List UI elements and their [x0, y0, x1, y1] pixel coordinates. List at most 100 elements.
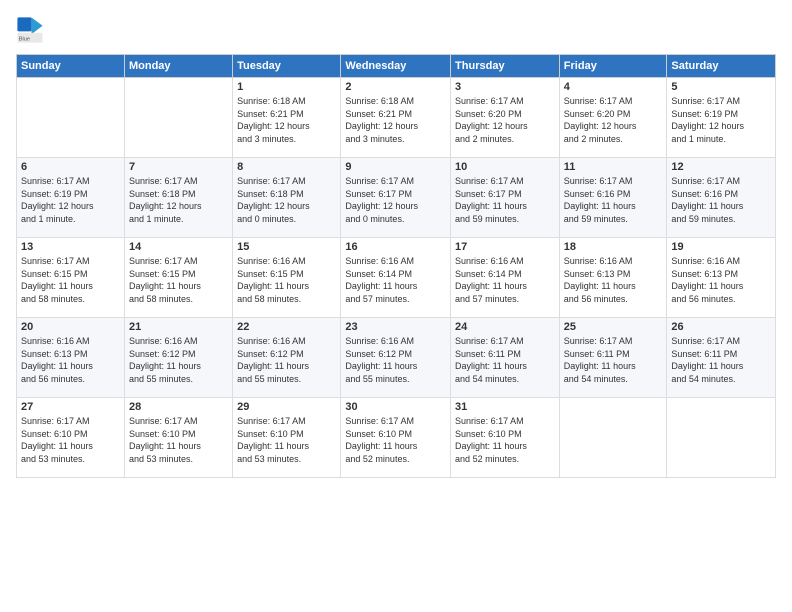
day-info: Sunrise: 6:16 AM Sunset: 6:14 PM Dayligh… [455, 255, 555, 305]
day-info: Sunrise: 6:17 AM Sunset: 6:10 PM Dayligh… [21, 415, 120, 465]
day-number: 1 [237, 81, 336, 93]
calendar-cell: 8 Sunrise: 6:17 AM Sunset: 6:18 PM Daylig… [233, 158, 341, 238]
day-number: 9 [345, 161, 446, 173]
calendar-cell: 18 Sunrise: 6:16 AM Sunset: 6:13 PM Dayli… [559, 238, 667, 318]
day-info: Sunrise: 6:17 AM Sunset: 6:16 PM Dayligh… [564, 175, 663, 225]
day-number: 26 [671, 321, 771, 333]
calendar-header-friday: Friday [559, 55, 667, 78]
day-info: Sunrise: 6:17 AM Sunset: 6:17 PM Dayligh… [345, 175, 446, 225]
day-number: 8 [237, 161, 336, 173]
day-number: 10 [455, 161, 555, 173]
calendar-week-row: 6 Sunrise: 6:17 AM Sunset: 6:19 PM Daylig… [17, 158, 776, 238]
day-number: 20 [21, 321, 120, 333]
day-number: 31 [455, 401, 555, 413]
calendar-cell [559, 398, 667, 478]
day-number: 22 [237, 321, 336, 333]
calendar-table: SundayMondayTuesdayWednesdayThursdayFrid… [16, 54, 776, 478]
day-number: 3 [455, 81, 555, 93]
day-info: Sunrise: 6:17 AM Sunset: 6:18 PM Dayligh… [129, 175, 228, 225]
calendar-cell: 24 Sunrise: 6:17 AM Sunset: 6:11 PM Dayli… [451, 318, 560, 398]
calendar-cell: 22 Sunrise: 6:16 AM Sunset: 6:12 PM Dayli… [233, 318, 341, 398]
day-number: 7 [129, 161, 228, 173]
calendar-cell: 25Sunrise: 6:17 AM Sunset: 6:11 PM Dayli… [559, 318, 667, 398]
calendar-cell: 20Sunrise: 6:16 AM Sunset: 6:13 PM Dayli… [17, 318, 125, 398]
day-info: Sunrise: 6:17 AM Sunset: 6:18 PM Dayligh… [237, 175, 336, 225]
day-number: 30 [345, 401, 446, 413]
calendar-page: Blue SundayMondayTuesdayWednesdayThursda… [0, 0, 792, 612]
calendar-header-thursday: Thursday [451, 55, 560, 78]
calendar-week-row: 1 Sunrise: 6:18 AM Sunset: 6:21 PM Daylig… [17, 78, 776, 158]
calendar-cell [667, 398, 776, 478]
day-number: 12 [671, 161, 771, 173]
day-info: Sunrise: 6:17 AM Sunset: 6:10 PM Dayligh… [345, 415, 446, 465]
day-info: Sunrise: 6:18 AM Sunset: 6:21 PM Dayligh… [345, 95, 446, 145]
calendar-cell: 4Sunrise: 6:17 AM Sunset: 6:20 PM Daylig… [559, 78, 667, 158]
day-info: Sunrise: 6:17 AM Sunset: 6:20 PM Dayligh… [564, 95, 663, 145]
day-info: Sunrise: 6:16 AM Sunset: 6:12 PM Dayligh… [345, 335, 446, 385]
calendar-cell: 15Sunrise: 6:16 AM Sunset: 6:15 PM Dayli… [233, 238, 341, 318]
calendar-week-row: 20Sunrise: 6:16 AM Sunset: 6:13 PM Dayli… [17, 318, 776, 398]
calendar-cell: 5 Sunrise: 6:17 AM Sunset: 6:19 PM Daylig… [667, 78, 776, 158]
calendar-cell: 26 Sunrise: 6:17 AM Sunset: 6:11 PM Dayli… [667, 318, 776, 398]
day-info: Sunrise: 6:17 AM Sunset: 6:20 PM Dayligh… [455, 95, 555, 145]
day-number: 28 [129, 401, 228, 413]
day-info: Sunrise: 6:17 AM Sunset: 6:16 PM Dayligh… [671, 175, 771, 225]
calendar-cell [17, 78, 125, 158]
day-info: Sunrise: 6:17 AM Sunset: 6:19 PM Dayligh… [671, 95, 771, 145]
day-number: 13 [21, 241, 120, 253]
calendar-cell: 2 Sunrise: 6:18 AM Sunset: 6:21 PM Daylig… [341, 78, 451, 158]
day-number: 17 [455, 241, 555, 253]
calendar-header-saturday: Saturday [667, 55, 776, 78]
calendar-cell: 6 Sunrise: 6:17 AM Sunset: 6:19 PM Daylig… [17, 158, 125, 238]
calendar-header-sunday: Sunday [17, 55, 125, 78]
calendar-week-row: 27 Sunrise: 6:17 AM Sunset: 6:10 PM Dayli… [17, 398, 776, 478]
calendar-cell: 11 Sunrise: 6:17 AM Sunset: 6:16 PM Dayli… [559, 158, 667, 238]
calendar-cell: 16 Sunrise: 6:16 AM Sunset: 6:14 PM Dayli… [341, 238, 451, 318]
calendar-cell: 28Sunrise: 6:17 AM Sunset: 6:10 PM Dayli… [124, 398, 232, 478]
day-info: Sunrise: 6:18 AM Sunset: 6:21 PM Dayligh… [237, 95, 336, 145]
calendar-cell: 31 Sunrise: 6:17 AM Sunset: 6:10 PM Dayli… [451, 398, 560, 478]
day-info: Sunrise: 6:17 AM Sunset: 6:15 PM Dayligh… [129, 255, 228, 305]
day-number: 14 [129, 241, 228, 253]
logo: Blue [16, 16, 48, 44]
calendar-cell: 9 Sunrise: 6:17 AM Sunset: 6:17 PM Daylig… [341, 158, 451, 238]
day-info: Sunrise: 6:16 AM Sunset: 6:13 PM Dayligh… [564, 255, 663, 305]
day-number: 6 [21, 161, 120, 173]
day-info: Sunrise: 6:16 AM Sunset: 6:14 PM Dayligh… [345, 255, 446, 305]
day-number: 29 [237, 401, 336, 413]
logo-icon: Blue [16, 16, 44, 44]
calendar-cell: 3 Sunrise: 6:17 AM Sunset: 6:20 PM Daylig… [451, 78, 560, 158]
calendar-header-tuesday: Tuesday [233, 55, 341, 78]
day-number: 5 [671, 81, 771, 93]
day-number: 23 [345, 321, 446, 333]
day-info: Sunrise: 6:16 AM Sunset: 6:13 PM Dayligh… [671, 255, 771, 305]
day-number: 2 [345, 81, 446, 93]
calendar-cell: 10Sunrise: 6:17 AM Sunset: 6:17 PM Dayli… [451, 158, 560, 238]
day-number: 18 [564, 241, 663, 253]
day-info: Sunrise: 6:17 AM Sunset: 6:19 PM Dayligh… [21, 175, 120, 225]
day-info: Sunrise: 6:16 AM Sunset: 6:12 PM Dayligh… [237, 335, 336, 385]
calendar-cell: 17 Sunrise: 6:16 AM Sunset: 6:14 PM Dayli… [451, 238, 560, 318]
calendar-cell: 23 Sunrise: 6:16 AM Sunset: 6:12 PM Dayli… [341, 318, 451, 398]
day-number: 25 [564, 321, 663, 333]
day-number: 11 [564, 161, 663, 173]
calendar-cell: 27 Sunrise: 6:17 AM Sunset: 6:10 PM Dayli… [17, 398, 125, 478]
day-number: 15 [237, 241, 336, 253]
header: Blue [16, 16, 776, 44]
calendar-cell: 1 Sunrise: 6:18 AM Sunset: 6:21 PM Daylig… [233, 78, 341, 158]
day-number: 24 [455, 321, 555, 333]
calendar-cell: 19Sunrise: 6:16 AM Sunset: 6:13 PM Dayli… [667, 238, 776, 318]
calendar-header-wednesday: Wednesday [341, 55, 451, 78]
calendar-cell [124, 78, 232, 158]
calendar-cell: 21Sunrise: 6:16 AM Sunset: 6:12 PM Dayli… [124, 318, 232, 398]
day-info: Sunrise: 6:17 AM Sunset: 6:11 PM Dayligh… [455, 335, 555, 385]
calendar-cell: 14 Sunrise: 6:17 AM Sunset: 6:15 PM Dayli… [124, 238, 232, 318]
day-number: 27 [21, 401, 120, 413]
day-info: Sunrise: 6:17 AM Sunset: 6:15 PM Dayligh… [21, 255, 120, 305]
calendar-cell: 12 Sunrise: 6:17 AM Sunset: 6:16 PM Dayli… [667, 158, 776, 238]
day-info: Sunrise: 6:17 AM Sunset: 6:10 PM Dayligh… [455, 415, 555, 465]
calendar-cell: 7 Sunrise: 6:17 AM Sunset: 6:18 PM Daylig… [124, 158, 232, 238]
day-info: Sunrise: 6:17 AM Sunset: 6:11 PM Dayligh… [671, 335, 771, 385]
day-number: 16 [345, 241, 446, 253]
calendar-week-row: 13 Sunrise: 6:17 AM Sunset: 6:15 PM Dayli… [17, 238, 776, 318]
